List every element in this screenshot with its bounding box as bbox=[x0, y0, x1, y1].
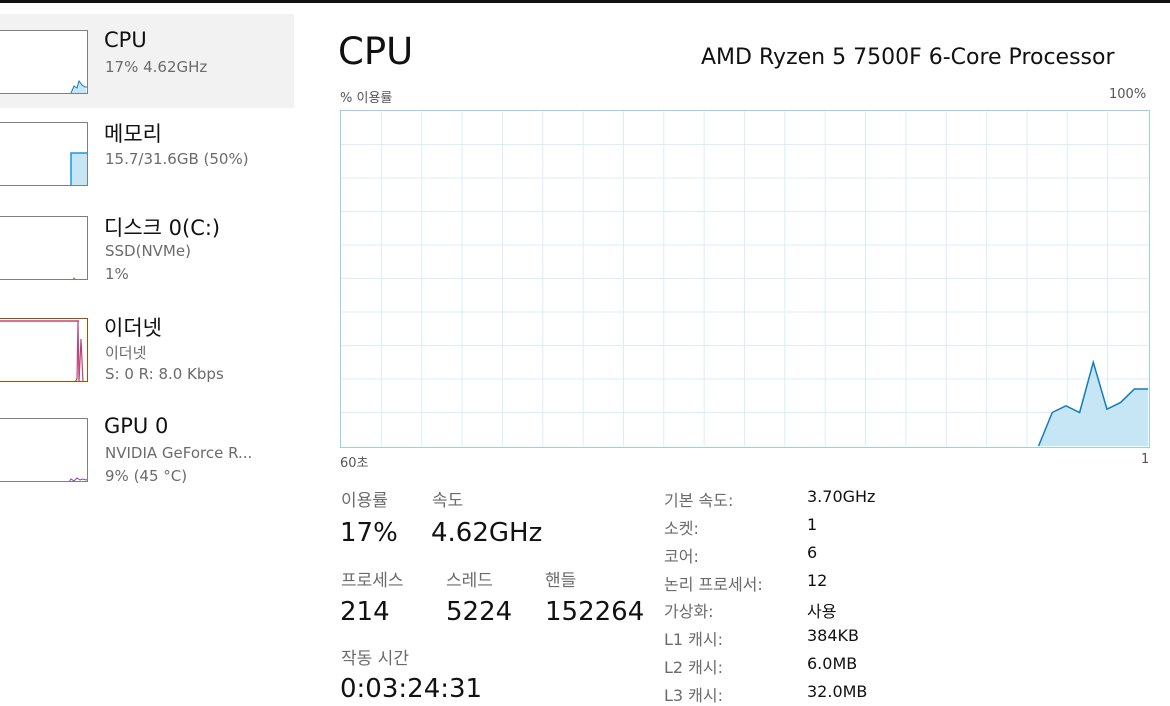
sidebar-ethernet-name: 이더넷 bbox=[105, 344, 147, 362]
ethernet-thumbnail-line bbox=[74, 320, 84, 381]
sidebar-gpu-title: GPU 0 bbox=[104, 414, 169, 438]
memory-thumbnail-fill bbox=[71, 153, 87, 185]
spec-value-sockets: 1 bbox=[807, 515, 818, 534]
sidebar-memory-title: 메모리 bbox=[104, 122, 162, 146]
spec-value-l3-cache: 32.0MB bbox=[807, 682, 868, 701]
sidebar-item-gpu[interactable]: GPU 0 NVIDIA GeForce R... 9% (45 °C) bbox=[0, 406, 294, 500]
sidebar-item-memory[interactable]: 메모리 15.7/31.6GB (50%) bbox=[0, 108, 294, 202]
spec-value-logical-processors: 12 bbox=[807, 571, 828, 590]
spec-label-virtualization: 가상화: bbox=[664, 602, 714, 621]
sidebar-cpu-usage: 17% 4.62GHz bbox=[105, 58, 208, 76]
sidebar-gpu-name: NVIDIA GeForce R... bbox=[105, 444, 253, 462]
cpu-utilization-area bbox=[1038, 362, 1148, 446]
spec-value-base-speed: 3.70GHz bbox=[807, 487, 876, 506]
speed-label: 속도 bbox=[432, 491, 464, 511]
spec-label-l3-cache: L3 캐시: bbox=[664, 686, 724, 705]
spec-label-l2-cache: L2 캐시: bbox=[664, 658, 724, 677]
uptime-value: 0:03:24:31 bbox=[340, 674, 483, 704]
sidebar-gpu-usage: 9% (45 °C) bbox=[105, 467, 188, 485]
processes-value: 214 bbox=[340, 597, 390, 627]
utilization-value: 17% bbox=[340, 518, 398, 548]
graph-y-max-label: 100% bbox=[1109, 87, 1147, 102]
speed-value: 4.62GHz bbox=[431, 518, 543, 548]
memory-thumbnail-sparkline bbox=[70, 152, 87, 185]
sidebar-cpu-title: CPU bbox=[104, 28, 147, 52]
cpu-thumbnail-sparkline bbox=[70, 79, 87, 93]
gpu-thumbnail-sparkline bbox=[69, 477, 87, 481]
spec-value-cores: 6 bbox=[807, 543, 818, 562]
uptime-label: 작동 시간 bbox=[341, 649, 409, 669]
sidebar-disk-title: 디스크 0(C:) bbox=[104, 216, 221, 240]
threads-value: 5224 bbox=[446, 597, 513, 627]
gpu-thumbnail-line bbox=[69, 477, 87, 481]
spec-value-l2-cache: 6.0MB bbox=[807, 654, 858, 673]
spec-value-virtualization: 사용 bbox=[807, 602, 837, 621]
spec-value-l1-cache: 384KB bbox=[807, 626, 860, 645]
performance-sidebar: CPU 17% 4.62GHz 메모리 15.7/31.6GB (50%) 디스… bbox=[0, 0, 300, 706]
graph-y-label: % 이용률 bbox=[340, 91, 393, 106]
sidebar-ethernet-title: 이더넷 bbox=[104, 316, 162, 340]
memory-thumbnail-graph bbox=[0, 122, 88, 186]
sidebar-ethernet-throughput: S: 0 R: 8.0 Kbps bbox=[105, 365, 224, 383]
page-title: CPU bbox=[338, 30, 414, 73]
handles-label: 핸들 bbox=[545, 571, 577, 591]
processor-name: AMD Ryzen 5 7500F 6-Core Processor bbox=[701, 45, 1115, 70]
disk-thumbnail-line bbox=[72, 277, 76, 279]
sidebar-memory-usage: 15.7/31.6GB (50%) bbox=[105, 150, 249, 168]
graph-x-right-label: 1 bbox=[1141, 452, 1150, 467]
disk-thumbnail-graph bbox=[0, 216, 88, 280]
ethernet-thumbnail-sparkline bbox=[0, 320, 84, 381]
sidebar-disk-usage: 1% bbox=[105, 265, 129, 283]
disk-thumbnail-sparkline bbox=[72, 277, 76, 279]
sidebar-disk-type: SSD(NVMe) bbox=[105, 242, 191, 260]
ethernet-thumbnail-graph bbox=[0, 318, 88, 382]
threads-label: 스레드 bbox=[446, 571, 493, 591]
spec-label-sockets: 소켓: bbox=[664, 519, 699, 538]
utilization-label: 이용률 bbox=[341, 491, 388, 511]
graph-x-left-label: 60초 bbox=[340, 456, 369, 471]
sidebar-item-ethernet[interactable]: 이더넷 이더넷 S: 0 R: 8.0 Kbps bbox=[0, 304, 294, 398]
sidebar-item-disk[interactable]: 디스크 0(C:) SSD(NVMe) 1% bbox=[0, 204, 294, 298]
spec-label-l1-cache: L1 캐시: bbox=[664, 630, 724, 649]
processes-label: 프로세스 bbox=[341, 571, 404, 591]
cpu-thumbnail-graph bbox=[0, 30, 88, 94]
spec-label-logical-processors: 논리 프로세서: bbox=[664, 575, 763, 594]
spec-label-base-speed: 기본 속도: bbox=[664, 491, 734, 510]
gpu-thumbnail-graph bbox=[0, 418, 88, 482]
cpu-utilization-chart bbox=[341, 111, 1148, 446]
cpu-utilization-graph bbox=[340, 110, 1150, 448]
sidebar-item-cpu[interactable]: CPU 17% 4.62GHz bbox=[0, 14, 294, 108]
handles-value: 152264 bbox=[545, 597, 645, 627]
spec-label-cores: 코어: bbox=[664, 547, 699, 566]
